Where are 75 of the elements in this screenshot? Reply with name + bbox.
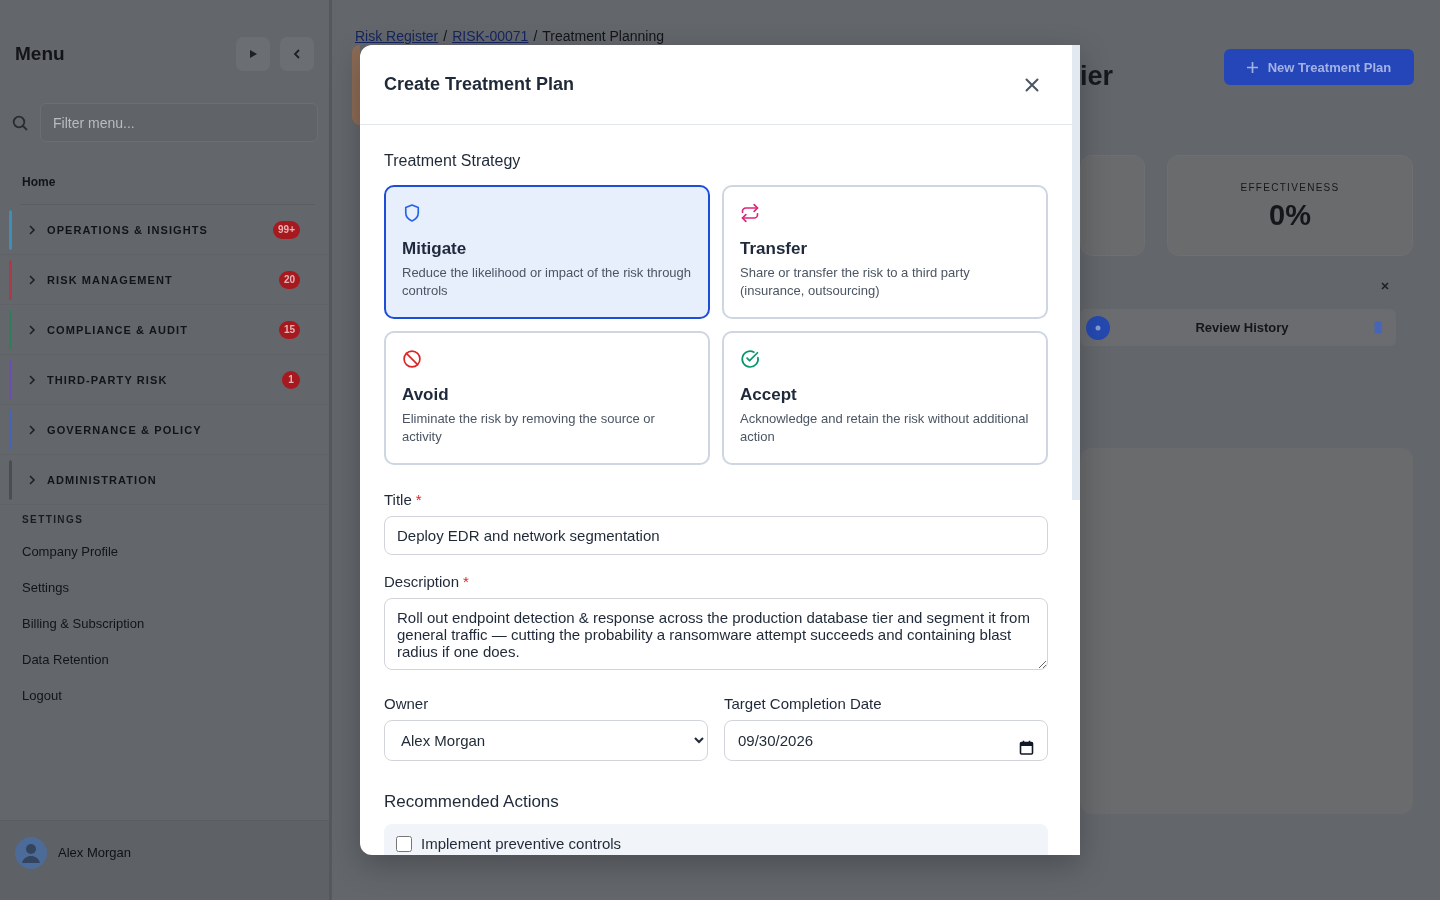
- description-textarea[interactable]: Roll out endpoint detection & response across the production database tier and segment it from general traffic — cutting the probability a ransomware attempt succeeds and containing blast radius if one does.: [384, 598, 1048, 670]
- count-badge: 1: [282, 370, 300, 389]
- strategy-description: Acknowledge and retain the risk without additional action: [740, 410, 1030, 446]
- title-input[interactable]: Deploy EDR and network segmentation: [384, 516, 1048, 555]
- breadcrumb-separator: /: [533, 27, 538, 45]
- count-badge: 20: [278, 270, 300, 289]
- settings-link[interactable]: Billing & Subscription: [0, 606, 145, 642]
- section-label[interactable]: ADMINISTRATION: [47, 473, 157, 486]
- shield-icon: [402, 203, 422, 223]
- document-icon: [1374, 321, 1382, 334]
- section-heading: SETTINGS: [21, 514, 84, 526]
- strategy-description: Reduce the likelihood or impact of the risk through controls: [402, 264, 692, 300]
- field-label: Title: [384, 491, 412, 509]
- plus-icon: [1246, 61, 1258, 73]
- count-badge: 99+: [273, 220, 300, 239]
- strategy-option[interactable]: Accept Acknowledge and retain the risk without additional action: [722, 331, 1048, 465]
- owner-select[interactable]: Alex Morgan: [384, 720, 708, 761]
- user-name: Alex Morgan: [58, 844, 131, 862]
- strategy-option[interactable]: Avoid Eliminate the risk by removing the source or activity: [384, 331, 710, 465]
- settings-link[interactable]: Logout: [0, 678, 62, 714]
- breadcrumb-current: Treatment Planning: [542, 27, 664, 45]
- strategy-name: Mitigate: [402, 238, 467, 260]
- calendar-icon[interactable]: [1019, 740, 1034, 755]
- sidebar-title: Menu: [15, 43, 65, 65]
- action-label: Implement preventive controls: [421, 835, 622, 852]
- play-button[interactable]: [236, 37, 270, 71]
- strategy-name: Transfer: [740, 238, 808, 260]
- collapse-button[interactable]: [280, 37, 314, 71]
- modal-title: Create Treatment Plan: [384, 74, 575, 95]
- section-heading: Treatment Strategy: [384, 152, 522, 170]
- strategy-name: Avoid: [402, 384, 449, 406]
- action-checkbox[interactable]: [396, 835, 412, 852]
- count-badge: 15: [278, 320, 300, 339]
- settings-link[interactable]: Data Retention: [0, 642, 109, 678]
- strategy-option[interactable]: Mitigate Reduce the likelihood or impact of the risk through controls: [384, 185, 710, 319]
- breadcrumb-link[interactable]: RISK-00071: [452, 27, 529, 45]
- check-circle-icon: [740, 349, 760, 369]
- swap-arrows-icon: [740, 203, 760, 223]
- stat-label: EFFECTIVENESS: [1240, 181, 1340, 195]
- status-circle-icon: [1086, 315, 1110, 340]
- section-label[interactable]: THIRD-PARTY RISK: [47, 373, 168, 386]
- field-label: Target Completion Date: [724, 695, 882, 713]
- settings-link[interactable]: Settings: [0, 570, 69, 606]
- date-input[interactable]: 09/30/2026: [724, 720, 1048, 761]
- scrollbar[interactable]: [1072, 45, 1080, 500]
- chevron-left-icon: [292, 49, 302, 59]
- section-label[interactable]: RISK MANAGEMENT: [47, 273, 173, 286]
- required-mark: *: [415, 491, 422, 509]
- page-title: ier: [1080, 60, 1114, 92]
- review-history-row[interactable]: Review History: [1080, 309, 1396, 346]
- breadcrumb-separator: /: [443, 27, 448, 45]
- strategy-description: Share or transfer the risk to a third party (insurance, outsourcing): [740, 264, 971, 300]
- ban-icon: [402, 349, 422, 369]
- strategy-name: Accept: [740, 384, 797, 406]
- field-label: Owner: [384, 695, 429, 713]
- stat-value: 0%: [1269, 199, 1311, 231]
- section-label[interactable]: GOVERNANCE & POLICY: [47, 423, 202, 436]
- required-mark: *: [463, 573, 469, 591]
- home-link[interactable]: Home: [0, 174, 56, 190]
- x-icon[interactable]: [1381, 282, 1389, 290]
- section-heading: Recommended Actions: [384, 792, 560, 812]
- field-label: Description: [384, 573, 460, 591]
- section-label[interactable]: OPERATIONS & INSIGHTS: [47, 223, 209, 236]
- search-icon: [12, 114, 28, 131]
- play-icon: [248, 49, 258, 59]
- new-plan-button[interactable]: New Treatment Plan: [1224, 49, 1414, 85]
- breadcrumb-link[interactable]: Risk Register: [355, 27, 439, 45]
- review-history-label: Review History: [1194, 320, 1290, 335]
- avatar-icon: [15, 837, 47, 869]
- strategy-option[interactable]: Transfer Share or transfer the risk to a third party (insurance, outsourcing): [722, 185, 1048, 319]
- settings-link[interactable]: Company Profile: [0, 534, 119, 570]
- search-field[interactable]: Filter menu...: [40, 103, 318, 142]
- section-label[interactable]: COMPLIANCE & AUDIT: [47, 323, 188, 336]
- strategy-description: Eliminate the risk by removing the source or activity: [402, 410, 656, 446]
- close-icon: [1025, 77, 1039, 92]
